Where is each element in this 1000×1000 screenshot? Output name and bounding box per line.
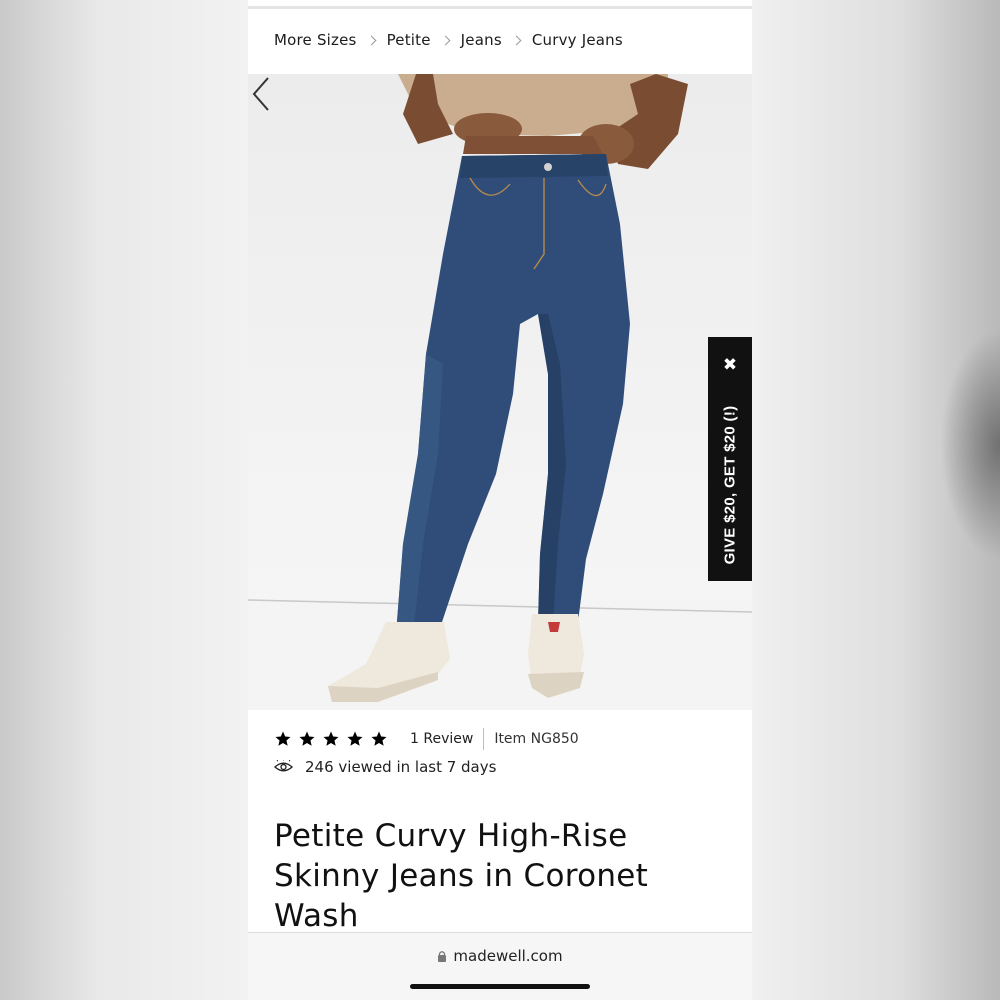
lock-icon: [438, 951, 447, 962]
star-icon: [371, 731, 387, 746]
close-icon[interactable]: ✖: [720, 355, 740, 375]
referral-label: GIVE $20, GET $20 (!): [721, 405, 739, 565]
star-rating[interactable]: [274, 730, 388, 748]
breadcrumb-item-jeans[interactable]: Jeans: [461, 31, 502, 49]
item-number: Item NG850: [494, 731, 579, 747]
star-icon: [275, 731, 291, 746]
chevron-left-icon[interactable]: [248, 74, 276, 114]
rating-row: 1 Review Item NG850: [274, 727, 579, 751]
backdrop-left: [0, 0, 248, 1000]
top-divider: [248, 6, 752, 9]
eye-icon: [274, 760, 293, 772]
breadcrumb-item-curvy-jeans[interactable]: Curvy Jeans: [532, 31, 623, 49]
backdrop-right: [752, 0, 1000, 1000]
home-indicator[interactable]: [410, 984, 590, 989]
chevron-right-icon: [511, 35, 522, 45]
product-image[interactable]: [248, 74, 752, 710]
star-icon: [299, 731, 315, 746]
meta-divider: [483, 728, 485, 750]
product-title: Petite Curvy High-Rise Skinny Jeans in C…: [274, 818, 649, 934]
referral-tab[interactable]: ✖ GIVE $20, GET $20 (!): [708, 337, 752, 581]
url-text: madewell.com: [453, 947, 563, 965]
views-row: 246 viewed in last 7 days: [274, 756, 496, 778]
mobile-page: More Sizes Petite Jeans Curvy Jeans ✖ GI…: [248, 0, 752, 1000]
star-icon: [323, 731, 339, 746]
url-row[interactable]: madewell.com: [248, 947, 752, 965]
breadcrumb: More Sizes Petite Jeans Curvy Jeans: [274, 28, 623, 52]
chevron-right-icon: [440, 35, 451, 45]
breadcrumb-item-petite[interactable]: Petite: [387, 31, 431, 49]
product-photo: [248, 74, 752, 710]
breadcrumb-item-more-sizes[interactable]: More Sizes: [274, 31, 357, 49]
browser-address-bar[interactable]: madewell.com: [248, 932, 752, 1000]
views-label: 246 viewed in last 7 days: [305, 758, 497, 776]
chevron-right-icon: [366, 35, 377, 45]
review-count-link[interactable]: 1 Review: [410, 731, 473, 747]
star-icon: [347, 731, 363, 746]
